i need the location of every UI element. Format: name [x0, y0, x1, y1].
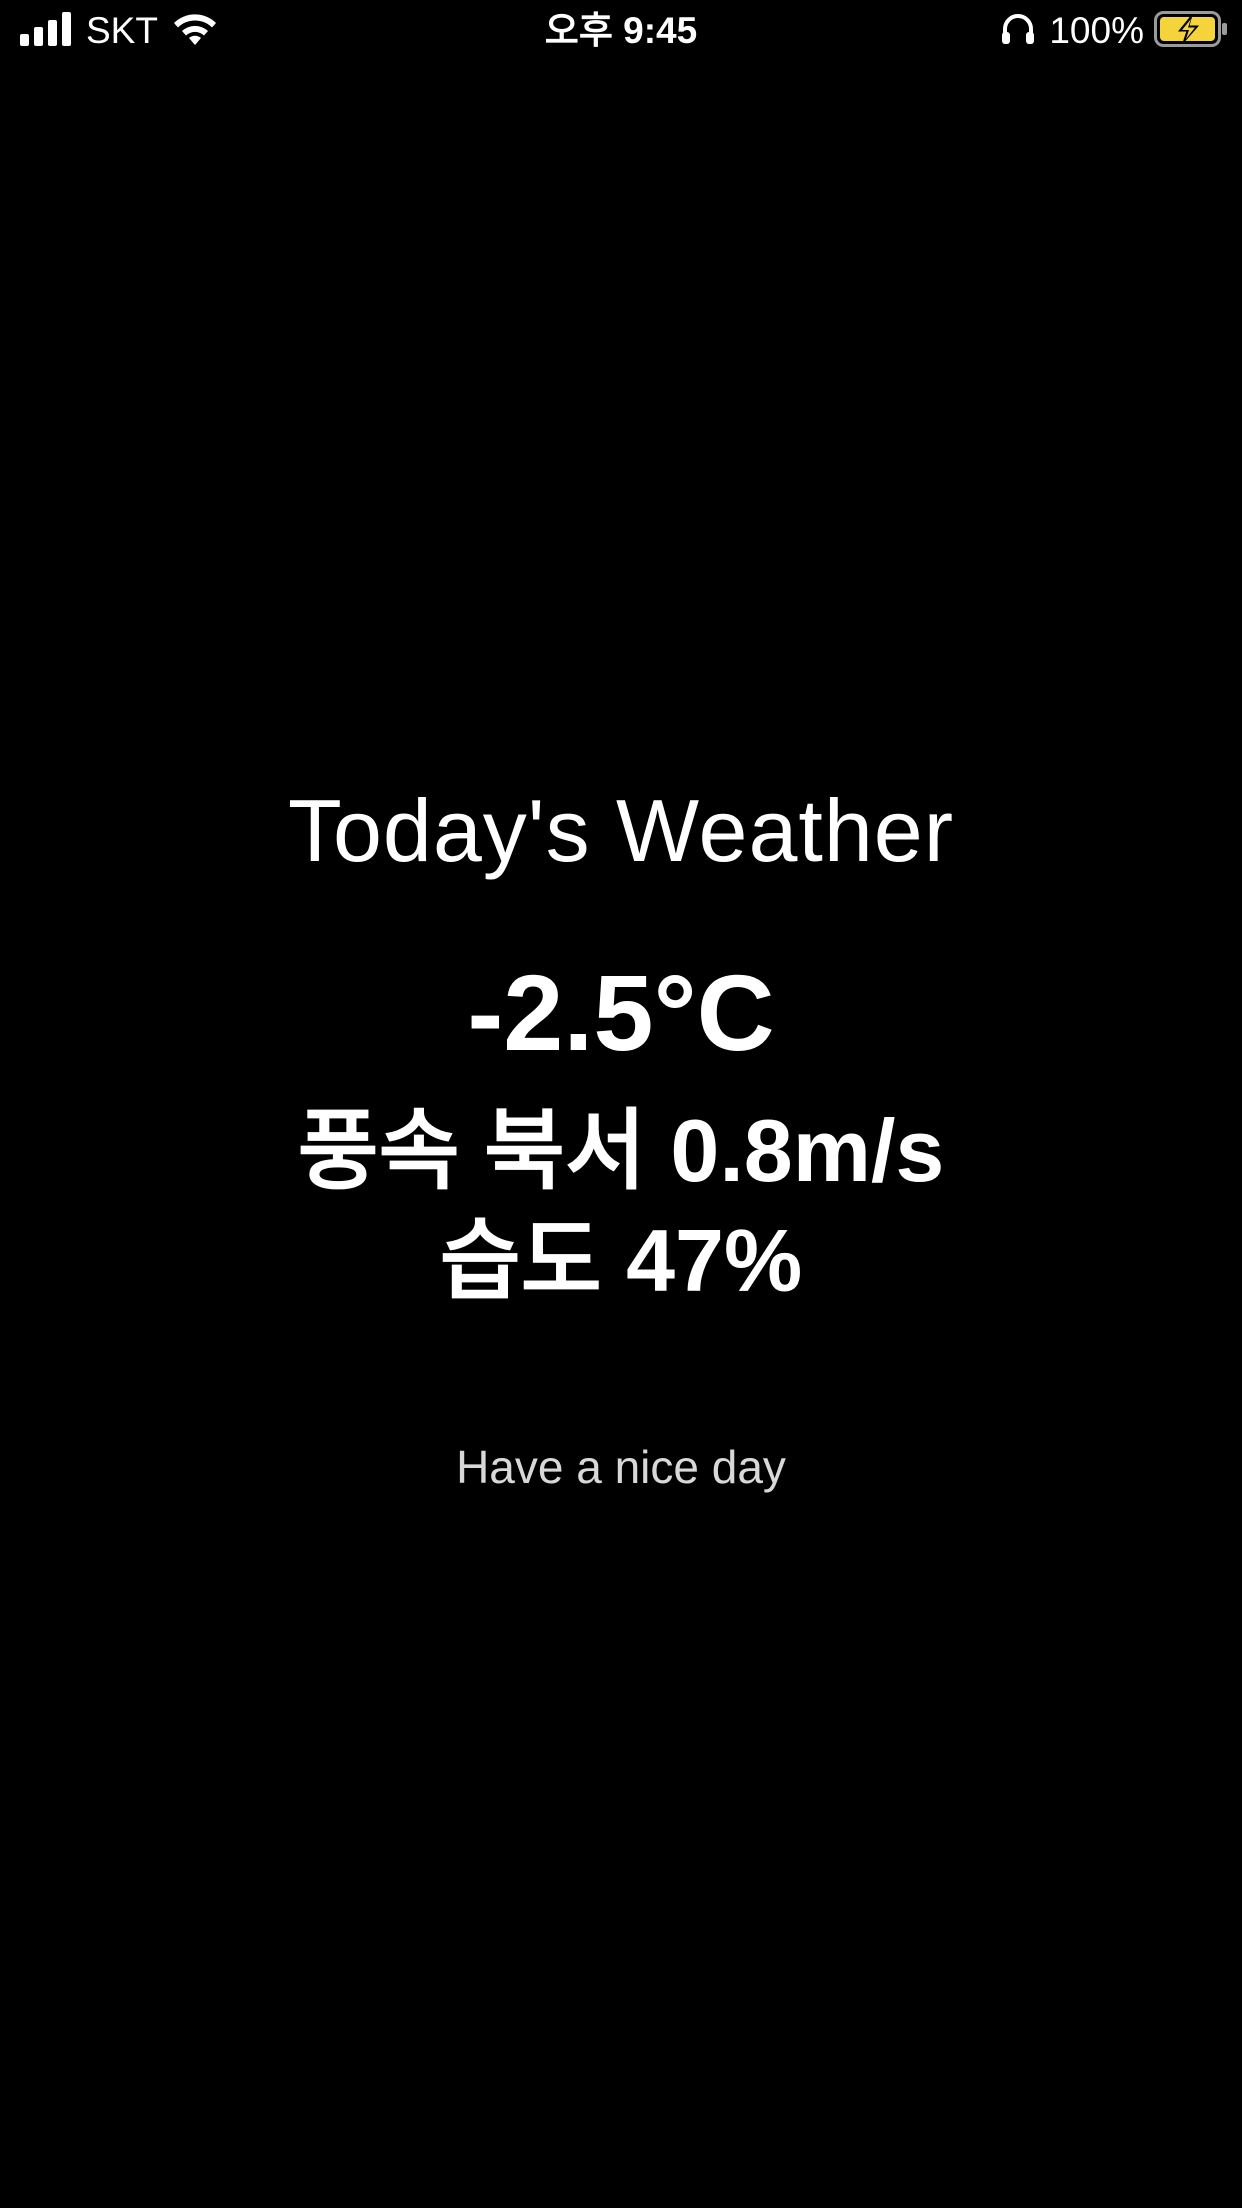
- headphones-icon: [1001, 12, 1035, 51]
- battery-charging-icon: [1154, 10, 1228, 52]
- wind-speed-value: 풍속 북서 0.8m/s: [297, 1101, 945, 1200]
- battery-percentage: 100%: [1049, 10, 1144, 51]
- status-bar-left: SKT: [20, 8, 220, 54]
- weather-title: Today's Weather: [287, 781, 955, 880]
- wifi-icon: [170, 11, 220, 52]
- status-bar-right: 100%: [1001, 8, 1228, 54]
- cellular-signal-icon: [20, 11, 74, 51]
- status-bar: SKT 오후 9:45 100%: [0, 0, 1242, 62]
- temperature-value: -2.5°C: [467, 952, 775, 1073]
- greeting-message: Have a nice day: [456, 1441, 786, 1493]
- carrier-name: SKT: [86, 10, 158, 51]
- humidity-value: 습도 47%: [439, 1211, 803, 1310]
